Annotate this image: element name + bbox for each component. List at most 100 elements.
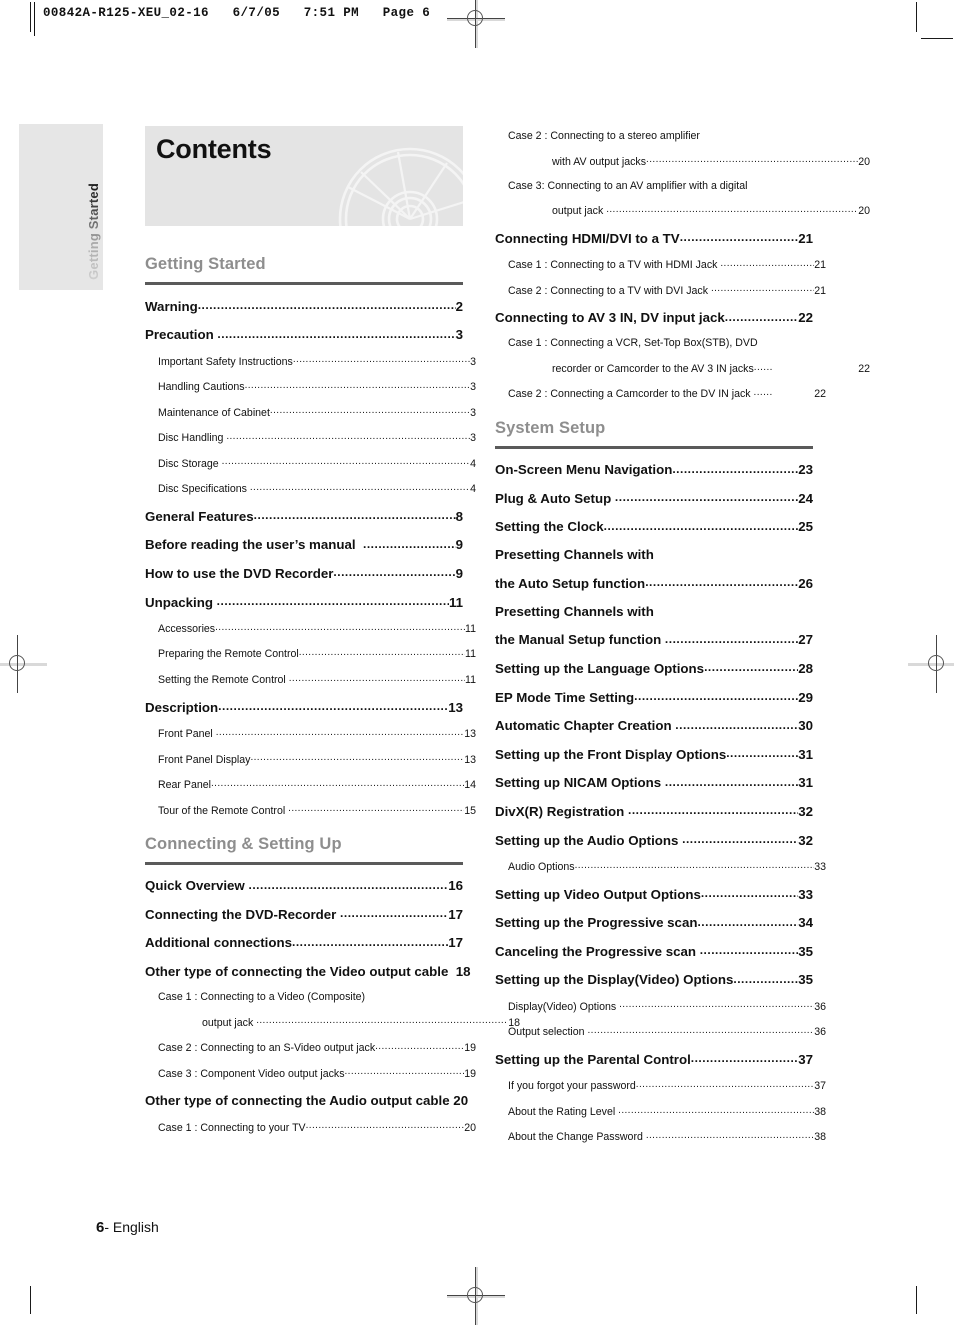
- toc-entry-label: Case 1 : Connecting to a Video (Composit…: [158, 991, 366, 1004]
- toc-entry[interactable]: Setting up NICAM Options ...............…: [495, 776, 813, 791]
- toc-entry[interactable]: Additional connections..................…: [145, 936, 463, 951]
- toc-entry[interactable]: Rear Panel..............................…: [158, 779, 476, 792]
- toc-entry[interactable]: Case 3: Connecting to an AV amplifier wi…: [508, 180, 826, 192]
- toc-entry-page: 4: [470, 457, 476, 470]
- toc-entry[interactable]: with AV output jacks....................…: [552, 155, 870, 168]
- toc-entry[interactable]: Plug & Auto Setup ......................…: [495, 491, 813, 506]
- toc-entry[interactable]: Audio Options...........................…: [508, 861, 826, 874]
- toc-entry[interactable]: Disc Handling ..........................…: [158, 432, 476, 445]
- toc-entry[interactable]: Setting up the Progressive scan.........…: [495, 916, 813, 931]
- toc-entry[interactable]: Case 1 : Connecting a VCR, Set-Top Box(S…: [508, 338, 826, 349]
- toc-entry[interactable]: Display(Video) Options .................…: [508, 1000, 826, 1013]
- toc-entry[interactable]: Setting the Remote Control .............…: [158, 674, 476, 687]
- toc-entry-label: Tour of the Remote Control: [158, 804, 289, 817]
- toc-entry[interactable]: Before reading the user’s manual .......…: [145, 538, 463, 553]
- toc-entry[interactable]: About the Rating Level .................…: [508, 1106, 826, 1119]
- toc-entry[interactable]: recorder or Camcorder to the AV 3 IN jac…: [552, 363, 870, 376]
- toc-entry[interactable]: Connecting the DVD-Recorder ............…: [145, 907, 463, 922]
- toc-entry[interactable]: Accessories.............................…: [158, 623, 476, 636]
- toc-entry[interactable]: Setting up the Front Display Options....…: [495, 747, 813, 762]
- toc-entry-page: 23: [798, 462, 813, 478]
- toc-entry-label: Description: [145, 699, 219, 715]
- toc-entry-label: Maintenance of Cabinet: [158, 406, 270, 419]
- toc-entry[interactable]: Setting up the Display(Video) Options...…: [495, 973, 813, 988]
- toc-entry[interactable]: Disc Specifications ....................…: [158, 483, 476, 496]
- toc-entry[interactable]: Front Panel ............................…: [158, 728, 476, 741]
- toc-leader-dots: ........................................…: [690, 1052, 799, 1066]
- toc-entry[interactable]: Output selection .......................…: [508, 1026, 826, 1039]
- toc-entry[interactable]: Connecting to AV 3 IN, DV input jack....…: [495, 311, 813, 326]
- toc-entry[interactable]: General Features........................…: [145, 509, 463, 524]
- toc-entry-page: 21: [814, 259, 826, 272]
- toc-entry[interactable]: Case 1 : Connecting to a Video (Composit…: [158, 991, 476, 1004]
- toc-entry-label: Setting up the Progressive scan: [495, 915, 698, 931]
- toc-entry-label: How to use the DVD Recorder: [145, 566, 334, 582]
- toc-entry[interactable]: Setting up the Language Options.........…: [495, 661, 813, 676]
- toc-entry[interactable]: Maintenance of Cabinet..................…: [158, 406, 476, 419]
- toc-leader-dots: ........................................…: [587, 1025, 815, 1036]
- toc-entry[interactable]: the Auto Setup function.................…: [495, 576, 813, 591]
- toc-entry[interactable]: EP Mode Time Setting....................…: [495, 690, 813, 705]
- toc-entry-page: 13: [448, 699, 463, 715]
- toc-leader-dots: ........................................…: [197, 299, 456, 312]
- toc-entry[interactable]: Setting the Clock.......................…: [495, 520, 813, 535]
- toc-entry[interactable]: Setting up the Audio Options ...........…: [495, 833, 813, 848]
- toc-entry[interactable]: Case 2 : Connecting to a TV with DVI Jac…: [508, 284, 826, 297]
- toc-entry-label: Setting up Video Output Options: [495, 886, 701, 902]
- toc-entry[interactable]: Case 1 : Connecting to a TV with HDMI Ja…: [508, 259, 826, 272]
- toc-entry-page: 20: [464, 1121, 476, 1134]
- toc-entry[interactable]: Case 3 : Component Video output jacks...…: [158, 1067, 476, 1080]
- toc-entry[interactable]: Other type of connecting the Video outpu…: [145, 964, 471, 979]
- toc-entry-page: 33: [798, 886, 813, 902]
- toc-entry[interactable]: Quick Overview .........................…: [145, 879, 463, 894]
- toc-entry[interactable]: Case 2 : Connecting a Camcorder to the D…: [508, 388, 826, 401]
- toc-entry[interactable]: On-Screen Menu Navigation...............…: [495, 463, 813, 478]
- toc-entry-label: General Features: [145, 508, 254, 524]
- toc-entry-label: Quick Overview: [145, 878, 249, 894]
- toc-entry-page: 22: [814, 388, 826, 401]
- toc-entry[interactable]: Setting up the Parental Control.........…: [495, 1052, 813, 1067]
- toc-entry[interactable]: output jack ............................…: [552, 205, 870, 218]
- toc-entry[interactable]: Description.............................…: [145, 700, 463, 715]
- toc-entry[interactable]: Canceling the Progressive scan .........…: [495, 944, 813, 959]
- toc-entry[interactable]: Unpacking ..............................…: [145, 595, 463, 610]
- toc-entry[interactable]: Preparing the Remote Control............…: [158, 648, 476, 661]
- toc-entry[interactable]: Tour of the Remote Control .............…: [158, 804, 476, 817]
- toc-entry[interactable]: Front Panel Display.....................…: [158, 753, 476, 766]
- toc-entry[interactable]: Presetting Channels with................…: [495, 548, 813, 562]
- toc-leader-dots: ........................................…: [682, 832, 798, 846]
- toc-entry[interactable]: Other type of connecting the Audio outpu…: [145, 1094, 468, 1109]
- toc-entry-label: Case 2 : Connecting to a stereo amplifie…: [508, 130, 700, 142]
- crop-mark-top-right-h: [921, 38, 953, 39]
- toc-entry[interactable]: Presetting Channels with................…: [495, 604, 813, 619]
- toc-entry-page: 13: [464, 728, 476, 741]
- crop-mark-top-right-v: [916, 2, 917, 32]
- toc-entry[interactable]: Case 2 : Connecting to an S-Video output…: [158, 1042, 476, 1055]
- toc-entry[interactable]: About the Change Password ..............…: [508, 1131, 826, 1144]
- toc-entry-label: Setting up the Parental Control: [495, 1052, 691, 1068]
- toc-entry[interactable]: Automatic Chapter Creation .............…: [495, 719, 813, 734]
- toc-entry[interactable]: Important Safety Instructions...........…: [158, 355, 476, 368]
- toc-entry-page: 38: [814, 1105, 826, 1118]
- toc-entry[interactable]: Disc Storage ...........................…: [158, 457, 476, 470]
- toc-entry[interactable]: Precaution .............................…: [145, 328, 463, 343]
- toc-entry[interactable]: output jack ............................…: [202, 1016, 520, 1029]
- toc-entry[interactable]: How to use the DVD Recorder.............…: [145, 566, 463, 581]
- toc-entry[interactable]: Setting up Video Output Options.........…: [495, 887, 813, 902]
- toc-entry-page: 35: [798, 943, 813, 959]
- toc-leader-dots: ........................................…: [288, 804, 465, 815]
- toc-entry[interactable]: Handling Cautions.......................…: [158, 381, 476, 394]
- toc-entry[interactable]: If you forgot your password.............…: [508, 1080, 826, 1093]
- toc-entry[interactable]: Connecting HDMI/DVI to a TV.............…: [495, 231, 813, 246]
- toc-entry-page: 37: [798, 1052, 813, 1068]
- toc-section-rule: [145, 861, 463, 865]
- crop-mark-bottom-right-v: [916, 1286, 917, 1314]
- toc-entry[interactable]: the Manual Setup function ..............…: [495, 633, 813, 648]
- toc-entry[interactable]: Case 1 : Connecting to your TV..........…: [158, 1121, 476, 1134]
- toc-entry[interactable]: DivX(R) Registration ...................…: [495, 804, 813, 819]
- toc-entry[interactable]: Warning.................................…: [145, 299, 463, 314]
- toc-column-left: Getting Started Warning..................…: [145, 255, 520, 1134]
- toc-entry[interactable]: Case 2 : Connecting to a stereo amplifie…: [508, 130, 826, 142]
- toc-leader-dots: ........................................…: [221, 457, 471, 468]
- toc-entry-label: Setting up the Language Options: [495, 661, 705, 677]
